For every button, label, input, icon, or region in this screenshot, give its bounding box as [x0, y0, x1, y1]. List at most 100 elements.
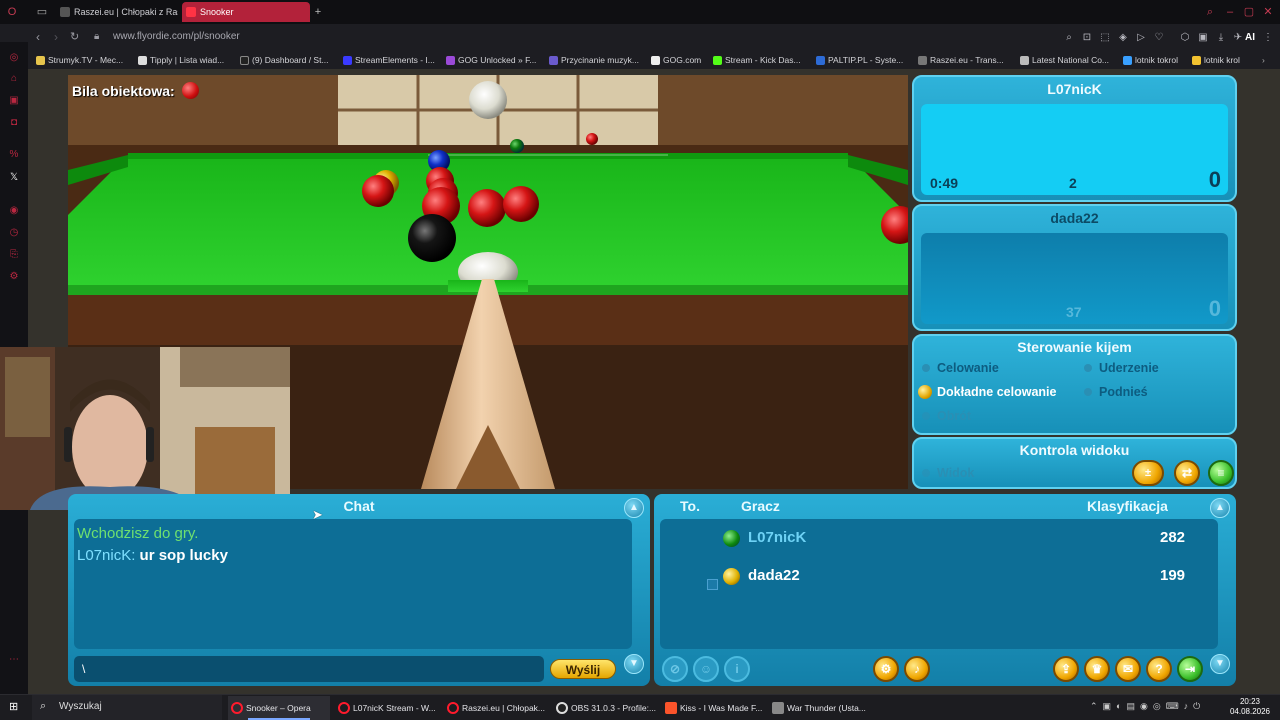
taskbar-item-warthunder[interactable]: War Thunder (Usta... — [769, 696, 873, 720]
bookmarks-icon[interactable]: ⎘ — [8, 249, 20, 261]
minimize-icon[interactable]: – — [1224, 6, 1236, 18]
search-tabs-icon[interactable]: ⌕ — [1204, 6, 1216, 18]
player2-score: 0 — [1208, 296, 1221, 321]
taskbar-clock[interactable]: 20:23 04.08.2026 — [1230, 697, 1270, 717]
info-button-icon[interactable]: i — [724, 656, 750, 682]
bookmark-item[interactable]: lotnik tokrol — [1123, 54, 1178, 67]
taskbar-item-label: Raszei.eu | Chłopak... — [462, 703, 545, 713]
settings-gear-icon[interactable]: ⚙ — [873, 656, 899, 682]
bookmark-label: Latest National Co... — [1032, 55, 1110, 65]
maximize-icon[interactable]: ▢ — [1243, 6, 1255, 18]
lock-icon: 🔒︎ — [94, 31, 100, 42]
bookmark-item[interactable]: GOG Unlocked » F... — [446, 54, 536, 67]
opera-logo-icon[interactable]: O — [6, 6, 18, 18]
system-tray-icons[interactable]: ⌃▣◐▤◉◎⌨♪⏻ — [1090, 701, 1205, 712]
close-icon[interactable]: ✕ — [1262, 6, 1274, 18]
ranking-player-name: L07nicK — [748, 529, 807, 546]
ranking-scroll-up-icon[interactable]: ▲ — [1210, 498, 1230, 518]
invite-button-icon[interactable]: ⊘ — [662, 656, 688, 682]
bookmark-favicon-icon — [651, 56, 660, 65]
taskbar-item-brave[interactable]: Kiss - I Was Made F... — [662, 696, 766, 720]
player-icon[interactable]: ◉ — [8, 205, 20, 217]
messenger-icon[interactable]: ▣ — [8, 95, 20, 107]
exit-icon[interactable]: ⇥ — [1177, 656, 1203, 682]
send-button[interactable]: Wyślij — [550, 659, 616, 679]
reload-icon[interactable]: ↻ — [70, 30, 79, 44]
menu-icon[interactable]: ⋮ — [1262, 32, 1274, 44]
back-icon[interactable]: ‹ — [36, 30, 40, 44]
bookmark-favicon-icon — [240, 56, 249, 65]
trophy-icon[interactable]: ♛ — [1084, 656, 1110, 682]
shield-icon[interactable]: ◈ — [1117, 32, 1129, 44]
ranking-row[interactable]: dada22 199 — [660, 563, 1218, 591]
ranking-scroll-down-icon[interactable]: ▼ — [1210, 654, 1230, 674]
crypto-icon[interactable]: % — [8, 149, 20, 161]
bookmark-item[interactable]: Latest National Co... — [1020, 54, 1109, 67]
ranking-row[interactable]: L07nicK 282 — [660, 525, 1218, 553]
ranking-col-player: Gracz — [741, 498, 780, 514]
bookmark-label: PALTIP.PL - Syste... — [828, 55, 904, 65]
help-icon[interactable]: ? — [1146, 656, 1172, 682]
zoom-buttons-icon[interactable]: ± — [1132, 460, 1164, 486]
taskbar-item-obs[interactable]: OBS 31.0.3 - Profile:... — [553, 696, 657, 720]
bookmark-item[interactable]: Strumyk.TV - Mec... — [36, 54, 123, 67]
settings-icon[interactable]: ⚙ — [8, 271, 20, 283]
bookmark-item[interactable]: lotnik krol — [1192, 54, 1240, 67]
bookmark-item[interactable]: Stream - Kick Das... — [713, 54, 801, 67]
bookmark-item[interactable]: PALTIP.PL - Syste... — [816, 54, 903, 67]
radio-dot-icon — [922, 364, 930, 372]
bookmark-item[interactable]: (9) Dashboard / St... — [240, 54, 329, 67]
taskbar-item-opera[interactable]: Snooker – Opera — [228, 696, 330, 720]
bookmark-item[interactable]: Tipply | Lista wiad... — [138, 54, 224, 67]
windows-start-icon[interactable]: ⊞ — [9, 701, 21, 713]
chat-scroll-up-icon[interactable]: ▲ — [624, 498, 644, 518]
option-dokladne-celowanie[interactable]: Dokładne celowanie — [937, 385, 1056, 399]
box-icon[interactable]: ▣ — [1197, 32, 1209, 44]
chat-input[interactable]: \ — [74, 656, 544, 682]
aria-icon[interactable]: ◎ — [8, 52, 20, 64]
pin-icon[interactable]: ⊡ — [1081, 32, 1093, 44]
tab-snooker[interactable]: Snooker — [182, 2, 310, 22]
heart-icon[interactable]: ♡ — [1153, 32, 1165, 44]
x-twitter-icon[interactable]: 𝕏 — [8, 172, 20, 184]
download-icon[interactable]: ⤓ — [1215, 32, 1227, 44]
url-field[interactable]: www.flyordie.com/pl/snooker — [113, 31, 240, 42]
messages-icon[interactable]: ✉ — [1115, 656, 1141, 682]
shopping-icon[interactable]: ⌂ — [8, 73, 20, 85]
player-icon[interactable]: ▷ — [1135, 32, 1147, 44]
bookmark-item[interactable]: GOG.com — [651, 54, 701, 67]
more-icon[interactable]: ⋯ — [8, 654, 20, 666]
option-podnies[interactable]: Podnieś — [1099, 385, 1148, 399]
bookmark-favicon-icon — [343, 56, 352, 65]
chat-scroll-down-icon[interactable]: ▼ — [624, 654, 644, 674]
option-obrot[interactable]: Obrót — [937, 409, 971, 423]
aria-ai-label[interactable]: AI — [1243, 32, 1257, 44]
option-celowanie[interactable]: Celowanie — [937, 361, 999, 375]
tab-raszei[interactable]: Raszei.eu | Chłopaki z Raszei — [56, 2, 178, 22]
ranking-player-name: dada22 — [748, 567, 800, 584]
taskbar-item-stream[interactable]: L07nicK Stream - W... — [335, 696, 439, 720]
sound-icon[interactable]: ♪ — [904, 656, 930, 682]
leave-table-icon[interactable]: ⇪ — [1053, 656, 1079, 682]
instagram-icon[interactable]: ◘ — [8, 117, 20, 129]
extensions-icon[interactable]: ⬡ — [1179, 32, 1191, 44]
workspaces-icon[interactable]: ▭ — [36, 6, 48, 18]
profile-button-icon[interactable]: ☺ — [693, 656, 719, 682]
taskbar-search[interactable]: ⌕ Wyszukaj — [32, 695, 222, 720]
history-icon[interactable]: ◷ — [8, 227, 20, 239]
bookmark-item[interactable]: Raszei.eu - Trans... — [918, 54, 1004, 67]
more-bookmarks-icon[interactable]: › — [1262, 54, 1265, 67]
bookmark-item[interactable]: Przycinanie muzyk... — [549, 54, 639, 67]
rotate-view-icon[interactable]: ⇄ — [1174, 460, 1200, 486]
bookmark-item[interactable]: StreamElements - I... — [343, 54, 435, 67]
top-view-icon[interactable]: ≡ — [1208, 460, 1234, 486]
snapshot-icon[interactable]: ⬚ — [1099, 32, 1111, 44]
radio-dot-icon — [1084, 388, 1092, 396]
taskbar-item-raszei[interactable]: Raszei.eu | Chłopak... — [444, 696, 548, 720]
option-uderzenie[interactable]: Uderzenie — [1099, 361, 1159, 375]
bookmark-favicon-icon — [816, 56, 825, 65]
option-widok[interactable]: Widok — [937, 466, 974, 480]
forward-icon[interactable]: › — [54, 30, 58, 44]
zoom-icon[interactable]: ⌕ — [1063, 32, 1075, 44]
new-tab-icon[interactable]: + — [312, 6, 324, 18]
